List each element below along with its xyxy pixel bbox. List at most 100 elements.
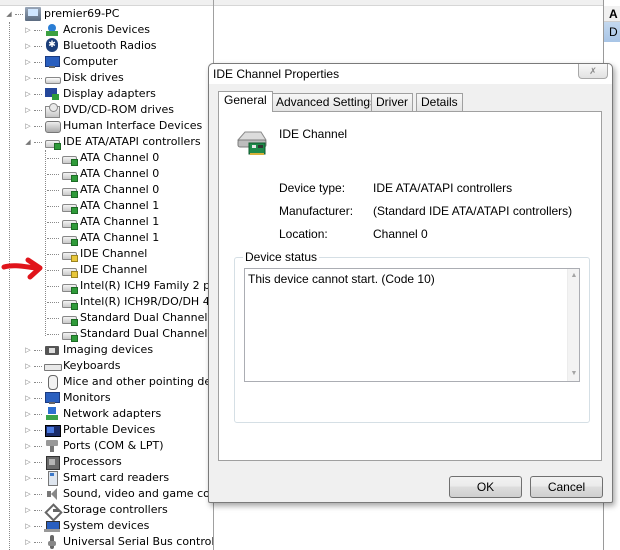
- tree-category[interactable]: ▷ Ports (COM & LPT): [23, 438, 164, 454]
- bluetooth-icon: [44, 38, 60, 53]
- tree-category[interactable]: ▷ Disk drives: [23, 70, 124, 86]
- selected-row[interactable]: D: [604, 22, 620, 42]
- expand-icon[interactable]: ▷: [23, 438, 33, 454]
- tree-device[interactable]: ATA Channel 1: [46, 198, 159, 214]
- tree-device[interactable]: ATA Channel 0: [46, 182, 159, 198]
- expand-icon[interactable]: ▷: [23, 342, 33, 358]
- tree-category[interactable]: ▷ Portable Devices: [23, 422, 155, 438]
- tree-device[interactable]: Standard Dual Channel PC: [46, 326, 213, 342]
- tree-category[interactable]: ▷ Human Interface Devices: [23, 118, 202, 134]
- tree-connector: [34, 365, 42, 367]
- tree-category-label: Bluetooth Radios: [63, 39, 157, 52]
- tree-category[interactable]: ▷ Smart card readers: [23, 470, 169, 486]
- tree-connector: [34, 493, 42, 495]
- expand-icon[interactable]: ▷: [23, 534, 33, 550]
- expand-icon[interactable]: ▷: [23, 38, 33, 54]
- tree-category[interactable]: ▷ Monitors: [23, 390, 111, 406]
- expand-icon[interactable]: ▷: [23, 406, 33, 422]
- tree-category[interactable]: ▷ Computer: [23, 54, 118, 70]
- tree-device[interactable]: ATA Channel 1: [46, 214, 159, 230]
- tree-device[interactable]: IDE Channel: [46, 262, 147, 278]
- tree-connector: [34, 77, 42, 79]
- tree-category[interactable]: ▷ Storage controllers: [23, 502, 167, 518]
- tree-category-label: Keyboards: [63, 359, 121, 372]
- tree-device[interactable]: IDE Channel: [46, 246, 147, 262]
- device-status-label: Device status: [243, 250, 320, 264]
- collapse-icon[interactable]: ◢: [4, 6, 14, 22]
- tree-category-label: Monitors: [63, 391, 111, 404]
- ide-device-icon: [61, 231, 78, 246]
- scroll-down-icon[interactable]: ▼: [568, 368, 580, 380]
- tree-category[interactable]: ◢ IDE ATA/ATAPI controllers: [23, 134, 201, 150]
- status-scrollbar[interactable]: ▲ ▼: [567, 269, 579, 381]
- tree-category[interactable]: ▷ Universal Serial Bus controllers: [23, 534, 213, 550]
- smart-card-icon: [44, 471, 60, 486]
- tree-category[interactable]: ▷ Bluetooth Radios: [23, 38, 157, 54]
- tree-root-label: premier69-PC: [44, 7, 120, 20]
- tree-connector: [47, 205, 59, 207]
- tab-general[interactable]: General: [218, 91, 273, 112]
- tree-connector: [47, 157, 59, 159]
- tree-device[interactable]: ATA Channel 0: [46, 166, 159, 182]
- expand-icon[interactable]: ▷: [23, 54, 33, 70]
- device-type-value: IDE ATA/ATAPI controllers: [373, 181, 513, 195]
- expand-icon[interactable]: ▷: [23, 86, 33, 102]
- expand-icon[interactable]: ▷: [23, 454, 33, 470]
- hid-icon: [44, 119, 61, 133]
- expand-icon[interactable]: ▷: [23, 22, 33, 38]
- scroll-up-icon[interactable]: ▲: [568, 270, 580, 282]
- expand-icon[interactable]: ▷: [23, 518, 33, 534]
- tree-root[interactable]: ◢ premier69-PC: [4, 6, 119, 22]
- expand-icon[interactable]: ▷: [23, 486, 33, 502]
- tab-driver[interactable]: Driver: [371, 93, 413, 111]
- ok-button[interactable]: OK: [449, 476, 522, 498]
- device-status-textbox[interactable]: This device cannot start. (Code 10) ▲ ▼: [244, 268, 580, 382]
- expand-icon[interactable]: ▷: [23, 70, 33, 86]
- expand-icon[interactable]: ▷: [23, 374, 33, 390]
- tree-connector: [34, 541, 42, 543]
- processor-icon: [44, 455, 60, 470]
- dialog-titlebar[interactable]: IDE Channel Properties ✗: [209, 64, 612, 84]
- tree-device[interactable]: Intel(R) ICH9R/DO/DH 4 pc: [46, 294, 213, 310]
- tree-category[interactable]: ▷ System devices: [23, 518, 149, 534]
- close-button[interactable]: ✗: [578, 64, 608, 79]
- ide-device-icon: [61, 311, 78, 326]
- expand-icon[interactable]: ▷: [23, 118, 33, 134]
- ide-device-icon: [61, 167, 78, 182]
- tab-advanced-settings[interactable]: Advanced Settings: [271, 93, 382, 111]
- computer-icon: [44, 55, 60, 69]
- column-header[interactable]: A: [604, 6, 620, 22]
- tree-category[interactable]: ▷ Acronis Devices: [23, 22, 150, 38]
- tree-device[interactable]: ATA Channel 0: [46, 150, 159, 166]
- tab-details[interactable]: Details: [416, 93, 463, 111]
- tree-category[interactable]: ▷ Keyboards: [23, 358, 120, 374]
- usb-icon: [44, 535, 60, 549]
- expand-icon[interactable]: ▷: [23, 422, 33, 438]
- display-adapter-icon: [44, 87, 60, 101]
- tree-device-label: Standard Dual Channel PC: [80, 327, 213, 340]
- tree-category[interactable]: ▷ Network adapters: [23, 406, 161, 422]
- tree-category-label: IDE ATA/ATAPI controllers: [63, 135, 201, 148]
- tree-connector: [34, 397, 42, 399]
- tree-device[interactable]: Standard Dual Channel PC: [46, 310, 213, 326]
- expand-icon[interactable]: ▷: [23, 502, 33, 518]
- tree-category[interactable]: ▷ DVD/CD-ROM drives: [23, 102, 174, 118]
- tree-category[interactable]: ▷ Processors: [23, 454, 122, 470]
- expand-icon[interactable]: ▷: [23, 390, 33, 406]
- tree-guide-line: [9, 22, 10, 550]
- tree-device-label: Intel(R) ICH9R/DO/DH 4 pc: [80, 295, 213, 308]
- tree-category-label: Computer: [63, 55, 118, 68]
- tree-category[interactable]: ▷ Mice and other pointing devic: [23, 374, 213, 390]
- expand-icon[interactable]: ▷: [23, 102, 33, 118]
- tree-connector: [34, 141, 42, 143]
- expand-icon[interactable]: ▷: [23, 358, 33, 374]
- expand-icon[interactable]: ▷: [23, 470, 33, 486]
- tree-device[interactable]: Intel(R) ICH9 Family 2 port: [46, 278, 213, 294]
- tree-device[interactable]: ATA Channel 1: [46, 230, 159, 246]
- tree-category[interactable]: ▷ Imaging devices: [23, 342, 153, 358]
- cancel-button[interactable]: Cancel: [530, 476, 603, 498]
- tree-category[interactable]: ▷ Sound, video and game contr: [23, 486, 213, 502]
- collapse-icon[interactable]: ◢: [23, 134, 33, 150]
- tree-category[interactable]: ▷ Display adapters: [23, 86, 156, 102]
- tree-connector: [15, 13, 23, 15]
